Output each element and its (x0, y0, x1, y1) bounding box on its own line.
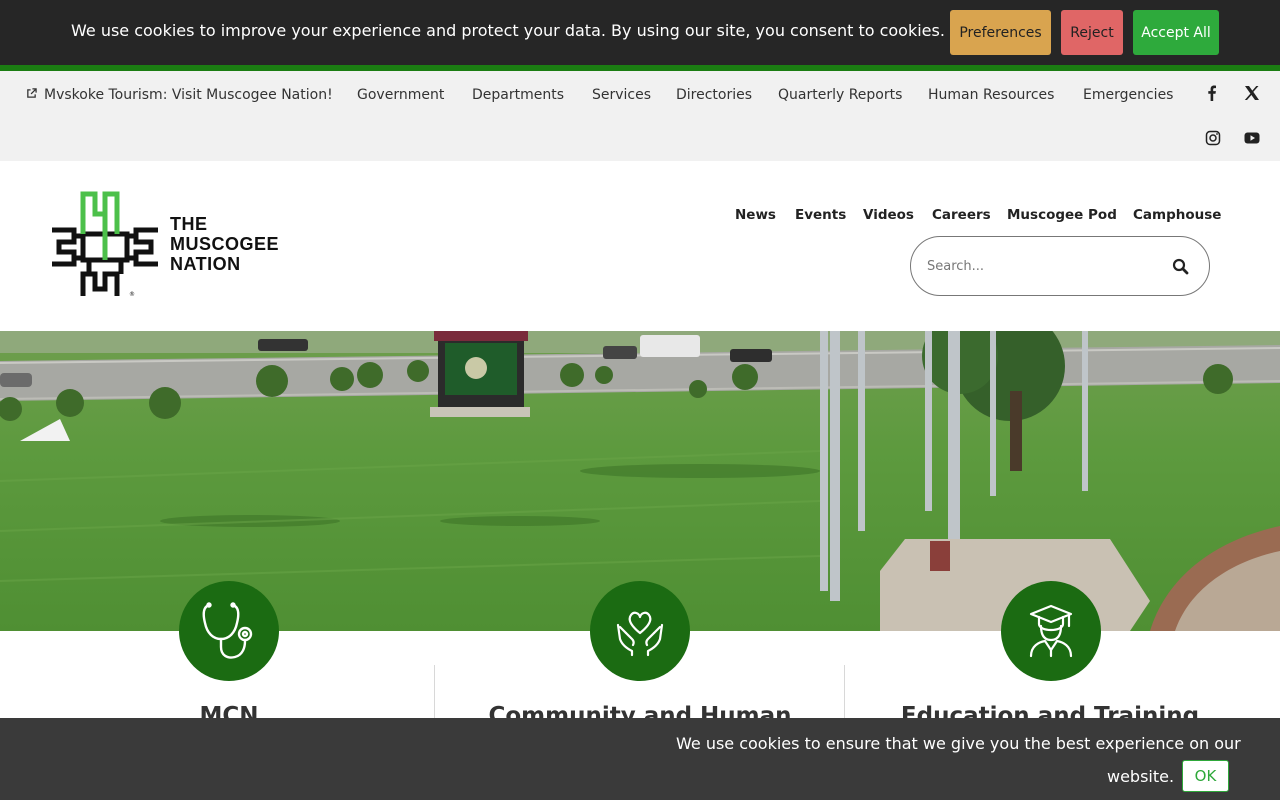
x-icon[interactable] (1244, 85, 1260, 101)
cookie-preferences-button[interactable]: Preferences (950, 10, 1051, 55)
card-divider (844, 665, 845, 725)
logo-line-the: THE (170, 214, 208, 234)
nav-emergencies[interactable]: Emergencies (1083, 85, 1173, 105)
cookie-accept-all-button[interactable]: Accept All (1133, 10, 1219, 55)
stethoscope-icon (202, 602, 253, 659)
main-nav-muscogee-pod[interactable]: Muscogee Pod (1007, 207, 1117, 223)
search-icon[interactable] (1171, 257, 1191, 277)
instagram-icon[interactable] (1205, 130, 1221, 146)
cookie-bottom-message-line2: website. (1107, 767, 1175, 786)
graduate-icon (1029, 604, 1073, 658)
muscogee-nation-logo[interactable]: ® THE MUSCOGEE NATION (49, 190, 281, 302)
main-nav-camphouse[interactable]: Camphouse (1133, 207, 1221, 223)
nav-government[interactable]: Government (357, 85, 444, 105)
nav-human-resources[interactable]: Human Resources (928, 85, 1054, 105)
nav-quarterly-reports[interactable]: Quarterly Reports (778, 85, 902, 105)
heart-hands-icon (616, 611, 664, 657)
logo-wordmark: THE MUSCOGEE NATION (170, 214, 279, 274)
main-nav-news[interactable]: News (735, 207, 776, 223)
card-mcn-circle[interactable] (179, 581, 279, 681)
site-header: ® THE MUSCOGEE NATION News Events Videos… (0, 161, 1280, 331)
cookie-ok-button[interactable]: OK (1182, 760, 1229, 792)
tourism-link[interactable]: Mvskoke Tourism: Visit Muscogee Nation! (44, 85, 333, 105)
nav-directories[interactable]: Directories (676, 85, 752, 105)
cookie-banner-top: We use cookies to improve your experienc… (0, 0, 1280, 65)
facebook-icon[interactable] (1204, 85, 1220, 101)
utility-nav: Mvskoke Tourism: Visit Muscogee Nation! … (0, 71, 1280, 161)
main-nav-careers[interactable]: Careers (932, 207, 991, 223)
search-input[interactable] (927, 255, 1147, 277)
logo-line-muscogee: MUSCOGEE (170, 234, 280, 254)
svg-text:®: ® (129, 291, 135, 298)
youtube-icon[interactable] (1244, 130, 1260, 146)
search-box (910, 236, 1210, 296)
card-divider (434, 665, 435, 725)
cookie-banner-bottom: We use cookies to ensure that we give yo… (0, 718, 1280, 800)
card-education-circle[interactable] (1001, 581, 1101, 681)
nav-services[interactable]: Services (592, 85, 651, 105)
logo-line-nation: NATION (170, 254, 241, 274)
cookie-bottom-message-line1: We use cookies to ensure that we give yo… (676, 734, 1241, 753)
card-community-circle[interactable] (590, 581, 690, 681)
cookie-reject-button[interactable]: Reject (1061, 10, 1123, 55)
main-nav-events[interactable]: Events (795, 207, 846, 223)
logo-mark-icon: ® (52, 191, 158, 298)
cookie-message: We use cookies to improve your experienc… (71, 21, 945, 40)
main-nav-videos[interactable]: Videos (863, 207, 914, 223)
external-link-icon (27, 88, 37, 98)
nav-departments[interactable]: Departments (472, 85, 564, 105)
